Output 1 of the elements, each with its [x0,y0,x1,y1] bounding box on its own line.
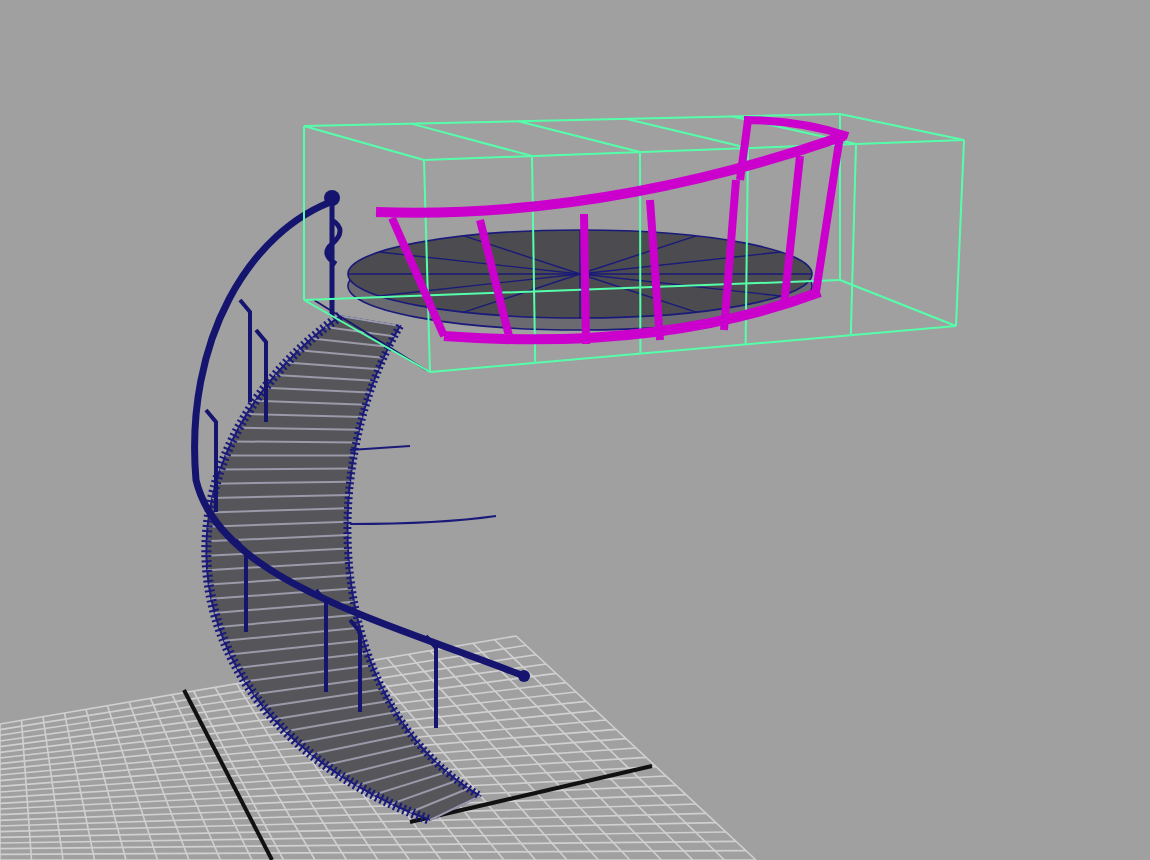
3d-viewport[interactable] [0,0,1150,860]
